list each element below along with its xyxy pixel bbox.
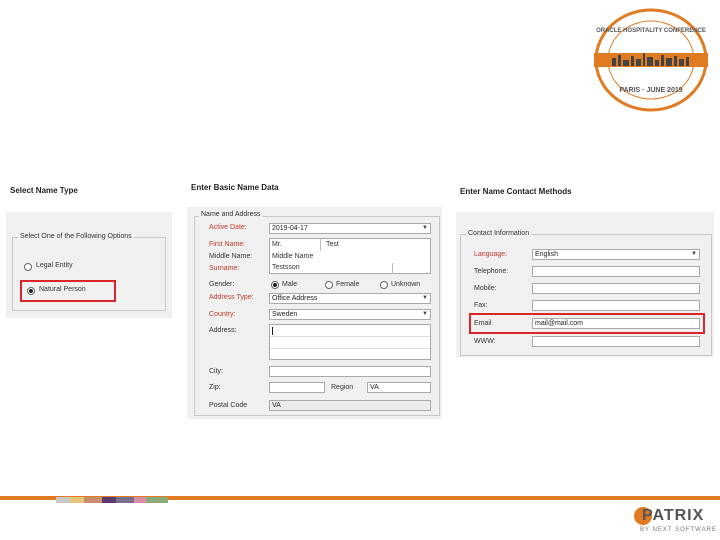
country-label: Country: bbox=[209, 311, 236, 318]
color-square bbox=[146, 497, 168, 503]
contact-info-group-title: Contact Information bbox=[466, 230, 532, 237]
name-type-group-title: Select One of the Following Options bbox=[18, 233, 134, 240]
city-label: City: bbox=[209, 368, 223, 375]
email-input[interactable]: mail@mail.com bbox=[532, 318, 700, 329]
color-square bbox=[70, 497, 84, 503]
region-label: Region bbox=[331, 384, 354, 391]
middle-name-value[interactable]: Middle Name bbox=[272, 253, 313, 260]
patrix-logo: PATRIX BY NEXT SOFTWARE bbox=[634, 505, 717, 537]
name-box-divider bbox=[320, 239, 321, 251]
telephone-input[interactable] bbox=[532, 266, 700, 277]
conference-badge: ORACLE HOSPITALITY CONFERENCE PARIS · JU… bbox=[592, 6, 710, 114]
panel3-heading: Enter Name Contact Methods bbox=[460, 187, 572, 196]
patrix-logo-sub: BY NEXT SOFTWARE bbox=[640, 527, 717, 533]
active-date-field[interactable]: 2019-04-17 ▼ bbox=[269, 223, 431, 234]
country-value: Sweden bbox=[272, 311, 298, 318]
name-prefix-value[interactable]: Mr. bbox=[272, 241, 282, 248]
legal-entity-radio[interactable] bbox=[24, 263, 32, 271]
gender-male-label: Male bbox=[282, 281, 298, 288]
zip-label: Zip: bbox=[209, 384, 221, 391]
language-select[interactable]: English ▼ bbox=[532, 249, 700, 260]
city-input[interactable] bbox=[269, 366, 431, 377]
address-line-divider bbox=[270, 348, 430, 349]
first-name-label: First Name: bbox=[209, 241, 246, 248]
footer-color-squares bbox=[56, 497, 168, 503]
zip-input[interactable] bbox=[269, 382, 325, 393]
address-label: Address: bbox=[209, 327, 237, 334]
telephone-label: Telephone: bbox=[474, 268, 509, 275]
address-type-select[interactable]: Office Address ▼ bbox=[269, 293, 431, 304]
gender-male-radio[interactable] bbox=[271, 281, 279, 289]
panel1-heading: Select Name Type bbox=[10, 186, 78, 195]
color-square bbox=[116, 497, 134, 503]
postal-code-value: VA bbox=[272, 402, 281, 409]
surname-label: Surname: bbox=[209, 265, 240, 272]
gender-label: Gender: bbox=[209, 281, 235, 288]
www-input[interactable] bbox=[532, 336, 700, 347]
language-label: Language: bbox=[474, 251, 508, 258]
name-address-group-title: Name and Address bbox=[199, 211, 263, 218]
address-textarea[interactable] bbox=[269, 324, 431, 360]
region-value: VA bbox=[370, 384, 379, 391]
postal-code-field: VA bbox=[269, 400, 431, 411]
email-value: mail@mail.com bbox=[535, 320, 583, 327]
contact-methods-panel: Contact Information Language: English ▼ … bbox=[456, 212, 714, 357]
patrix-logo-text: PATRIX bbox=[642, 507, 705, 524]
region-input[interactable]: VA bbox=[367, 382, 431, 393]
country-select[interactable]: Sweden ▼ bbox=[269, 309, 431, 320]
badge-bottom-text: PARIS · JUNE 2019 bbox=[619, 87, 682, 94]
chevron-down-icon[interactable]: ▼ bbox=[421, 311, 429, 318]
name-box: Mr. Test Middle Name Testsson bbox=[269, 238, 431, 274]
conference-badge-icon: ORACLE HOSPITALITY CONFERENCE PARIS · JU… bbox=[594, 8, 708, 112]
address-type-value: Office Address bbox=[272, 295, 318, 302]
text-cursor bbox=[272, 327, 273, 335]
address-type-label: Address Type: bbox=[209, 294, 254, 301]
panel2-heading: Enter Basic Name Data bbox=[191, 183, 279, 192]
first-name-value[interactable]: Test bbox=[326, 241, 339, 248]
name-box-divider-right bbox=[392, 263, 393, 274]
chevron-down-icon[interactable]: ▼ bbox=[690, 251, 698, 258]
color-square bbox=[84, 497, 102, 503]
gender-female-radio[interactable] bbox=[325, 281, 333, 289]
language-value: English bbox=[535, 251, 558, 258]
mobile-input[interactable] bbox=[532, 283, 700, 294]
legal-entity-label: Legal Entity bbox=[36, 262, 73, 269]
gender-unknown-label: Unknown bbox=[391, 281, 421, 288]
active-date-value: 2019-04-17 bbox=[272, 225, 308, 232]
fax-label: Fax: bbox=[474, 302, 488, 309]
address-line-divider bbox=[270, 336, 430, 337]
natural-person-label: Natural Person bbox=[39, 286, 86, 293]
www-label: WWW: bbox=[474, 338, 496, 345]
gender-female-label: Female bbox=[336, 281, 360, 288]
name-type-panel: Select One of the Following Options Lega… bbox=[6, 212, 172, 318]
middle-name-label: Middle Name: bbox=[209, 253, 253, 260]
color-square bbox=[102, 497, 116, 503]
surname-value[interactable]: Testsson bbox=[272, 264, 300, 271]
email-label: Email bbox=[474, 320, 492, 327]
color-square bbox=[134, 497, 146, 503]
chevron-down-icon[interactable]: ▼ bbox=[421, 225, 429, 232]
fax-input[interactable] bbox=[532, 300, 700, 311]
active-date-label: Active Date: bbox=[209, 224, 247, 231]
basic-name-panel: Name and Address Active Date: 2019-04-17… bbox=[187, 207, 442, 419]
color-square bbox=[56, 497, 70, 503]
postal-code-label: Postal Code bbox=[209, 402, 248, 409]
chevron-down-icon[interactable]: ▼ bbox=[421, 295, 429, 302]
badge-top-text: ORACLE HOSPITALITY CONFERENCE bbox=[596, 28, 706, 34]
gender-unknown-radio[interactable] bbox=[380, 281, 388, 289]
natural-person-radio[interactable] bbox=[27, 287, 35, 295]
mobile-label: Mobile: bbox=[474, 285, 497, 292]
